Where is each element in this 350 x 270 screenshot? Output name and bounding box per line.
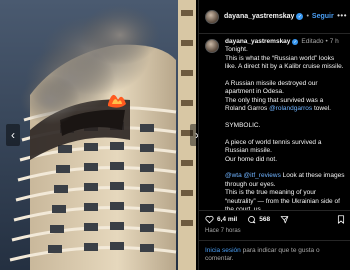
login-link[interactable]: Inicia sesión — [205, 247, 241, 254]
damaged-building-photo — [0, 0, 196, 270]
caption-paragraph: A piece of world tennis survived a Russi… — [225, 138, 322, 155]
caption-line: Tonight. — [225, 46, 248, 54]
caption-time: 7 h — [329, 38, 339, 45]
comment-button[interactable]: 568 — [247, 215, 270, 224]
like-button[interactable]: 6,4 mil — [205, 215, 237, 224]
mention-link[interactable]: @wta — [225, 172, 242, 179]
avatar[interactable] — [205, 9, 219, 24]
post-side-panel: dayana_yastremskay ✓ • Seguir ••• dayana… — [198, 0, 350, 270]
caption-line: This is what the “Russian world” looks l… — [225, 54, 344, 71]
instagram-post-viewer: ‹ › dayana_yastremskay ✓ • Seguir ••• da… — [0, 0, 350, 270]
save-button[interactable] — [337, 215, 345, 224]
post-header: dayana_yastremskay ✓ • Seguir ••• — [199, 0, 350, 34]
caption-paragraph: This is the true meaning of your “neutra… — [225, 189, 340, 210]
follow-button[interactable]: Seguir — [312, 13, 334, 20]
chevron-left-icon[interactable]: ‹ — [6, 124, 20, 146]
meta-separator: • — [325, 38, 328, 45]
edited-label: Editado — [301, 38, 324, 45]
send-icon — [280, 216, 289, 224]
verified-badge-icon: ✓ — [292, 39, 299, 46]
caption-paragraph: SYMBOLIC. — [225, 122, 261, 130]
comment-icon — [248, 216, 256, 224]
like-count: 6,4 mil — [217, 216, 238, 223]
post-caption: dayana_yastremskay ✓ Editado • 7 h Tonig… — [199, 34, 350, 210]
share-button[interactable] — [280, 215, 289, 224]
header-username[interactable]: dayana_yastremskay — [224, 13, 294, 20]
caption-username[interactable]: dayana_yastremskay — [225, 38, 290, 46]
mention-link[interactable]: @itf_reviews — [244, 172, 281, 179]
mention-link[interactable]: @rolandgarros — [269, 105, 312, 112]
caption-paragraph: A Russian missile destroyed our apartmen… — [225, 80, 318, 96]
verified-badge-icon: ✓ — [296, 13, 304, 20]
login-prompt: Inicia sesión para indicar que te gusta … — [199, 240, 350, 270]
comment-count: 568 — [259, 216, 271, 223]
post-time-ago: Hace 7 horas — [205, 228, 241, 234]
heart-icon — [205, 215, 214, 224]
post-photo[interactable]: ‹ — [0, 0, 196, 270]
more-options-icon[interactable]: ••• — [337, 11, 347, 20]
header-separator: • — [306, 13, 309, 20]
caption-paragraph: Our home did not. — [225, 155, 278, 163]
caption-avatar[interactable] — [205, 39, 219, 53]
caption-paragraph: The only thing that survived was a Rolan… — [225, 96, 331, 113]
caption-paragraph: @wta @itf_reviews Look at these images t… — [225, 172, 345, 188]
post-actions: 6,4 mil 568 — [199, 210, 350, 228]
bookmark-icon — [337, 215, 345, 224]
